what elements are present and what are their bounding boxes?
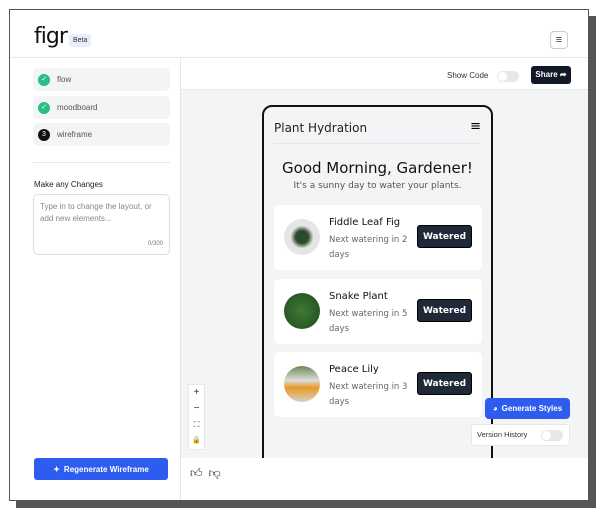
check-icon: ✓ (38, 73, 50, 86)
show-code-label: Show Code (447, 71, 489, 80)
changes-input[interactable]: Type in to change the layout, or add new… (33, 194, 170, 255)
plant-image (284, 293, 320, 329)
fit-view-icon[interactable]: ⛶ (189, 417, 204, 433)
plant-image (284, 366, 320, 402)
step-flow[interactable]: ✓ flow (33, 68, 170, 91)
version-history-panel: Version History (471, 424, 570, 446)
sidebar: ✓ flow ✓ moodboard 3 wireframe Make any Cha… (10, 58, 181, 500)
palette-icon: ◕ (492, 404, 498, 413)
plant-card: Fiddle Leaf Fig Next watering in 2 days … (274, 205, 482, 270)
plant-next-watering: Next watering in 5 days (329, 309, 408, 334)
header: figr Beta ≡ (10, 10, 588, 58)
toolbar: Show Code Share ➦ (181, 58, 588, 90)
share-label: Share (535, 70, 558, 79)
plant-card: Peace Lily Next watering in 3 days Water… (274, 352, 482, 417)
feedback: 👍︎ 👎︎ (190, 466, 221, 481)
watered-button[interactable]: Watered (417, 225, 472, 248)
app-window: figr Beta ≡ ✓ flow ✓ moodboard 3 wireframe … (9, 9, 589, 501)
plant-name: Fiddle Leaf Fig (329, 217, 401, 228)
subtitle: It's a sunny day to water your plants. (293, 181, 462, 191)
share-arrow-icon: ➦ (559, 70, 567, 79)
version-history-toggle[interactable] (541, 430, 563, 441)
char-count: 0/300 (147, 241, 163, 247)
zoom-controls: + − ⛶ 🔒 (188, 384, 205, 450)
step-label: moodboard (57, 103, 98, 112)
step-moodboard[interactable]: ✓ moodboard (33, 96, 170, 119)
changes-label: Make any Changes (34, 180, 103, 189)
share-button[interactable]: Share ➦ (531, 66, 571, 84)
regenerate-label: Regenerate Wireframe (63, 464, 149, 474)
thumbs-up-icon[interactable]: 👍︎ (190, 466, 203, 481)
sparkle-icon: ✦ (53, 464, 60, 474)
logo: figr (34, 24, 68, 49)
app-title: Plant Hydration (274, 121, 368, 135)
plant-next-watering: Next watering in 2 days (329, 235, 408, 260)
hamburger-icon[interactable]: ≡ (470, 119, 481, 134)
check-icon: ✓ (38, 101, 50, 114)
step-label: flow (57, 75, 72, 84)
plant-image (284, 219, 320, 255)
step-wireframe[interactable]: 3 wireframe (33, 123, 170, 146)
generate-styles-label: Generate Styles (501, 404, 563, 413)
divider (33, 162, 170, 163)
watered-button[interactable]: Watered (417, 372, 472, 395)
plant-next-watering: Next watering in 3 days (329, 382, 408, 407)
thumbs-down-icon[interactable]: 👎︎ (209, 466, 221, 481)
zoom-out-icon[interactable]: − (189, 401, 204, 417)
hamburger-menu-button[interactable]: ≡ (550, 31, 568, 49)
zoom-in-icon[interactable]: + (189, 385, 204, 401)
generate-styles-button[interactable]: ◕ Generate Styles (485, 398, 570, 419)
canvas: Plant Hydration ≡ Good Morning, Gardener… (181, 90, 588, 458)
phone-frame: Plant Hydration ≡ Good Morning, Gardener… (262, 105, 493, 458)
step-label: wireframe (57, 130, 93, 139)
main-area: Show Code Share ➦ Plant Hydration ≡ Good… (181, 58, 588, 500)
divider (274, 143, 481, 144)
greeting: Good Morning, Gardener! (282, 159, 473, 177)
plant-card: Snake Plant Next watering in 5 days Wate… (274, 279, 482, 344)
lock-icon[interactable]: 🔒 (189, 433, 204, 449)
changes-placeholder: Type in to change the layout, or add new… (40, 202, 152, 223)
show-code-toggle[interactable] (497, 71, 519, 82)
beta-badge: Beta (69, 34, 92, 47)
step-number-icon: 3 (38, 128, 50, 141)
version-history-label: Version History (477, 430, 528, 439)
plant-name: Peace Lily (329, 364, 379, 375)
regenerate-wireframe-button[interactable]: ✦ Regenerate Wireframe (34, 458, 168, 480)
plant-name: Snake Plant (329, 291, 388, 302)
watered-button[interactable]: Watered (417, 299, 472, 322)
